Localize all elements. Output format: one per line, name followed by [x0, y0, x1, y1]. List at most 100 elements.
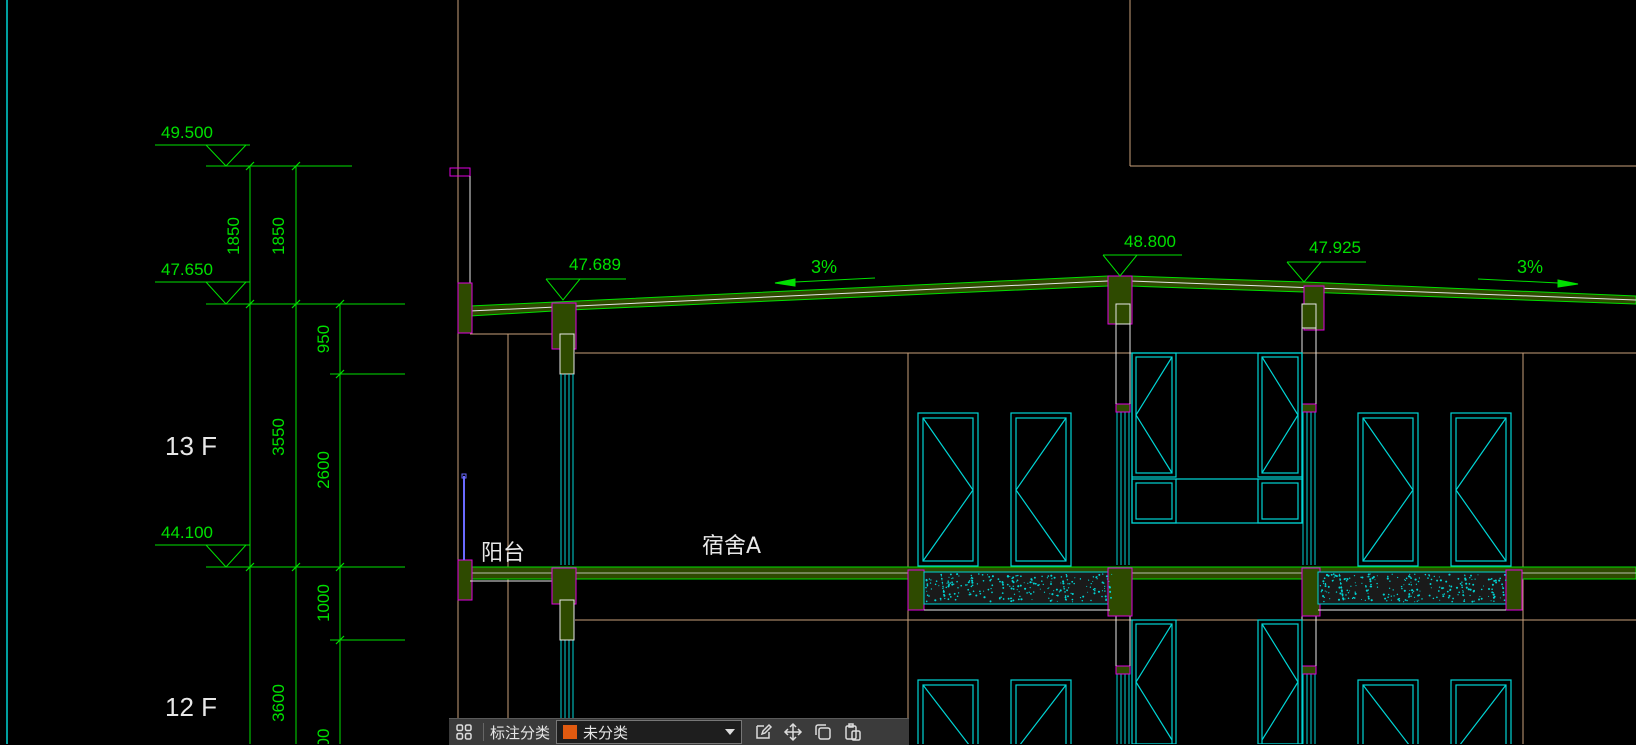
- insulation-dot: [970, 585, 973, 588]
- insulation-dot: [1488, 595, 1490, 597]
- grid-icon[interactable]: [449, 719, 479, 745]
- elev-right-roof: 47.925: [1309, 238, 1361, 257]
- insulation-dot: [1491, 591, 1494, 594]
- insulation-dot: [1094, 588, 1096, 590]
- slope-left: 3%: [811, 257, 837, 277]
- insulation-dot: [1058, 591, 1061, 593]
- insulation-dot: [1002, 586, 1005, 589]
- insulation-dot: [1390, 595, 1392, 597]
- insulation-dot: [986, 574, 989, 576]
- insulation-dot: [1333, 576, 1335, 578]
- insulation-dot: [1410, 595, 1412, 598]
- insulation-dot: [1493, 600, 1495, 602]
- insulation-dot: [1361, 576, 1364, 579]
- insulation-dot: [953, 592, 956, 595]
- paste-icon[interactable]: [838, 719, 868, 745]
- insulation-dot: [949, 596, 952, 598]
- insulation-dot: [1335, 575, 1338, 578]
- insulation-dot: [1023, 582, 1025, 584]
- insulation-dot: [1477, 574, 1479, 576]
- insulation-dot: [1407, 575, 1411, 578]
- insulation-dot: [1376, 582, 1378, 585]
- insulation-dot: [1092, 576, 1095, 578]
- insulation-dot: [1403, 584, 1405, 586]
- move-icon[interactable]: [778, 719, 808, 745]
- insulation-dot: [998, 597, 1001, 600]
- insulation-dot: [1365, 585, 1367, 587]
- insulation-dot: [1387, 575, 1389, 578]
- insulation-dot: [1461, 584, 1463, 587]
- insulation-dot: [1092, 580, 1094, 582]
- insulation-dot: [926, 584, 929, 587]
- insulation-dot: [1479, 596, 1481, 598]
- insulation-dot: [1092, 588, 1095, 591]
- insulation-dot: [942, 583, 944, 585]
- insulation-dot: [983, 596, 986, 599]
- insulation-dot: [1055, 594, 1057, 596]
- insulation-dot: [1338, 574, 1341, 577]
- elev-roof-top: 49.500: [161, 123, 213, 142]
- insulation-dot: [1495, 581, 1498, 584]
- category-dropdown[interactable]: 未分类: [556, 720, 743, 744]
- insulation-dot: [1062, 580, 1065, 583]
- insulation-dot: [928, 595, 930, 597]
- insulation-dot: [969, 593, 972, 596]
- insulation-dot: [1428, 594, 1431, 597]
- insulation-dot: [1328, 592, 1330, 594]
- insulation-dot: [1001, 592, 1004, 594]
- annotation-category-label: 标注分类: [490, 724, 551, 742]
- insulation-dot: [1095, 576, 1098, 579]
- insulation-dot: [1059, 589, 1062, 592]
- insulation-dot: [1332, 573, 1335, 575]
- insulation-dot: [987, 588, 990, 591]
- insulation-dot: [1462, 592, 1464, 594]
- elev-ridge: 48.800: [1124, 232, 1176, 251]
- insulation-dot: [1339, 578, 1342, 581]
- insulation-dot: [1019, 584, 1022, 587]
- insulation-dot: [952, 577, 954, 579]
- insulation-dot: [1376, 586, 1379, 588]
- insulation-dot: [1415, 583, 1418, 585]
- elev-left-roof: 47.689: [569, 255, 621, 274]
- insulation-dot: [1397, 598, 1400, 601]
- insulation-dot: [934, 583, 937, 586]
- insulation-dot: [1370, 599, 1373, 602]
- insulation-dot: [1410, 581, 1412, 583]
- insulation-dot: [1410, 577, 1412, 579]
- insulation-dot: [989, 600, 992, 603]
- insulation-dot: [1030, 578, 1033, 581]
- insulation-dot: [1450, 585, 1453, 588]
- insulation-dot: [1060, 582, 1062, 584]
- windows: [917, 352, 1512, 744]
- insulation-dot: [1067, 595, 1069, 598]
- insulation-dot: [1493, 595, 1496, 598]
- insulation-dot: [1345, 594, 1347, 596]
- insulation-dot: [1457, 594, 1459, 596]
- elev-parapet: 47.650: [161, 260, 213, 279]
- insulation-dot: [1463, 595, 1465, 597]
- roof-slab: [469, 275, 1636, 317]
- insulation-dot: [1442, 595, 1445, 598]
- insulation-dot: [1449, 589, 1451, 591]
- insulation-dot: [1419, 590, 1421, 592]
- insulation-dot: [1017, 598, 1020, 601]
- edit-icon[interactable]: [748, 719, 778, 745]
- cad-drawing-canvas[interactable]: 49.500 47.650 44.100 1850 1850 3550 950 …: [0, 0, 1636, 744]
- insulation-dot: [1064, 596, 1067, 599]
- insulation-dot: [1346, 578, 1349, 581]
- column-edges: [1115, 324, 1317, 666]
- insulation-dot: [926, 590, 928, 592]
- insulation-dot: [1501, 586, 1504, 588]
- insulation-dot: [1089, 586, 1092, 588]
- insulation-dot: [1323, 596, 1325, 598]
- insulation-dot: [1437, 590, 1440, 592]
- insulation-dot: [1386, 600, 1388, 602]
- dimension-texts: 1850 1850 3550 950 2600 1000 3600 00: [224, 217, 333, 744]
- insulation-dot: [1012, 585, 1015, 588]
- insulation-dot: [1413, 596, 1416, 598]
- insulation-dot: [1416, 589, 1418, 591]
- insulation-dot: [1473, 600, 1475, 602]
- insulation-dot: [1063, 585, 1065, 588]
- insulation-dot: [1071, 601, 1074, 603]
- copy-icon[interactable]: [808, 719, 838, 745]
